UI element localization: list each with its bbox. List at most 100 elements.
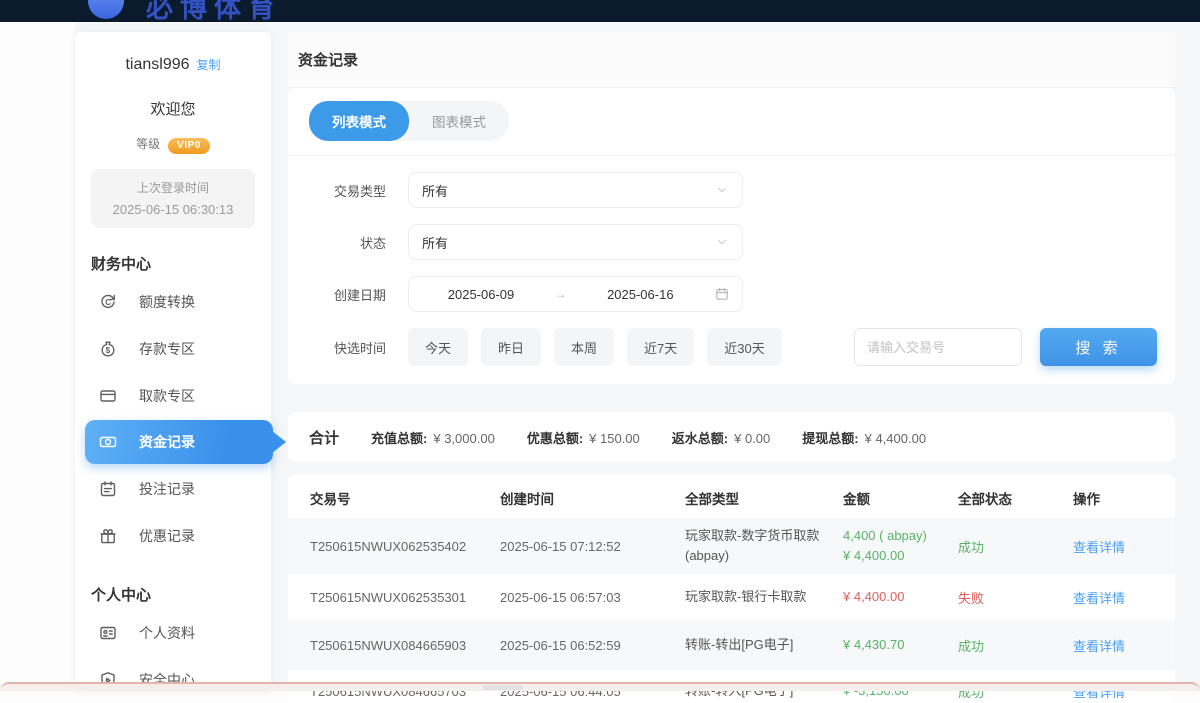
transactions-table: 交易号 创建时间 全部类型 金额 全部状态 操作 T250615NWUX0625… (288, 474, 1175, 703)
top-navbar: 必博体育 (0, 0, 1200, 22)
welcome-text: 欢迎您 (75, 98, 271, 119)
status-select-value: 所有 (422, 233, 715, 252)
level-row: 等级VIP0 (75, 135, 271, 154)
view-details-link[interactable]: 查看详情 (1073, 636, 1175, 655)
funds-banknote-icon (98, 432, 118, 452)
type-line: (abpay) (685, 546, 829, 566)
quick-btn-today[interactable]: 今天 (408, 328, 468, 366)
date-from-value[interactable]: 2025-06-09 (421, 287, 541, 302)
cell-created-time: 2025-06-15 06:52:59 (500, 638, 685, 653)
col-type-filter[interactable]: 全部类型 (685, 488, 843, 508)
sidebar-item-promo-record[interactable]: 优惠记录 (75, 512, 271, 559)
cell-type: 玩家取款-数字货币取款 (abpay) (685, 526, 843, 566)
transaction-search-input[interactable] (854, 328, 1022, 366)
page-header: 资金记录 (288, 32, 1175, 88)
convert-icon: C (98, 292, 118, 312)
quick-btn-last-7-days[interactable]: 近7天 (627, 328, 694, 366)
bottom-overlay-bar (0, 682, 1200, 691)
cell-amount: 4,400 ( abpay) ¥ 4,400.00 (843, 526, 958, 566)
tab-group: 列表模式 图表模式 (309, 101, 509, 141)
summary-deposit-total: 充值总额: ¥ 3,000.00 (371, 428, 495, 447)
copy-username-button[interactable]: 复制 (197, 58, 221, 72)
sidebar-item-bet-record[interactable]: 投注记录 (75, 465, 271, 512)
summary-label: 提现总额: (802, 428, 858, 447)
sidebar-item-label: 个人资料 (139, 623, 195, 643)
cell-status: 成功 (958, 636, 1073, 655)
sidebar: tiansl996复制 欢迎您 等级VIP0 上次登录时间 2025-06-15… (75, 32, 271, 691)
summary-value: ¥ 0.00 (734, 431, 770, 446)
cell-created-time: 2025-06-15 07:12:52 (500, 539, 685, 554)
finance-menu: C 额度转换 $ 存款专区 取款专区 资 (75, 278, 271, 559)
user-row: tiansl996复制 (75, 56, 271, 74)
type-select[interactable]: 所有 (408, 172, 743, 208)
sidebar-item-label: 资金记录 (139, 432, 195, 452)
svg-text:$: $ (106, 346, 111, 355)
vip-badge: VIP0 (168, 138, 210, 154)
quick-btn-last-30-days[interactable]: 近30天 (707, 328, 781, 366)
date-to-value[interactable]: 2025-06-16 (580, 287, 700, 302)
tab-list-mode[interactable]: 列表模式 (309, 101, 409, 141)
search-button[interactable]: 搜 索 (1040, 328, 1157, 366)
left-margin (0, 22, 75, 691)
quick-time-label: 快选时间 (288, 338, 386, 357)
summary-label: 优惠总额: (527, 428, 583, 447)
sidebar-item-label: 存款专区 (139, 339, 195, 359)
sidebar-item-deposit[interactable]: $ 存款专区 (75, 325, 271, 372)
view-mode-tabs: 列表模式 图表模式 (288, 88, 1175, 141)
filter-card: 列表模式 图表模式 交易类型 所有 状态 所有 (288, 88, 1175, 384)
date-range-picker[interactable]: 2025-06-09 → 2025-06-16 (408, 276, 743, 312)
amount-line: ¥ 4,400.00 (843, 546, 958, 566)
cell-status: 失败 (958, 588, 1073, 607)
summary-value: ¥ 150.00 (589, 431, 640, 446)
main-content: 资金记录 列表模式 图表模式 交易类型 所有 (288, 32, 1175, 691)
summary-card: 合计 充值总额: ¥ 3,000.00 优惠总额: ¥ 150.00 返水总额:… (288, 412, 1175, 462)
amount-line: ¥ 4,400.00 (843, 587, 958, 607)
page-title: 资金记录 (298, 49, 358, 70)
summary-withdraw-total: 提现总额: ¥ 4,400.00 (802, 428, 926, 447)
bottom-bar-handle[interactable] (483, 685, 523, 690)
brand-name: 必博体育 (146, 0, 282, 22)
cell-type: 转账-转出[PG电子] (685, 635, 843, 655)
col-transaction-id: 交易号 (310, 488, 500, 508)
cell-transaction-id: T250615NWUX084665903 (310, 638, 500, 653)
cell-transaction-id: T250615NWUX062535402 (310, 539, 500, 554)
tab-chart-mode[interactable]: 图表模式 (409, 101, 509, 141)
summary-label: 返水总额: (672, 428, 728, 447)
sidebar-item-withdraw[interactable]: 取款专区 (75, 372, 271, 419)
sidebar-item-security[interactable]: 安全中心 (75, 656, 271, 703)
profile-idcard-icon (98, 623, 118, 643)
status-select[interactable]: 所有 (408, 224, 743, 260)
type-line: 玩家取款-数字货币取款 (685, 526, 829, 546)
filter-row-date: 创建日期 2025-06-09 → 2025-06-16 (288, 276, 1175, 312)
table-header-row: 交易号 创建时间 全部类型 金额 全部状态 操作 (288, 478, 1175, 518)
sidebar-item-funds-record[interactable]: 资金记录 (85, 420, 273, 464)
last-login-time: 2025-06-15 06:30:13 (91, 202, 255, 217)
summary-label: 充值总额: (371, 428, 427, 447)
search-group: 搜 索 (854, 328, 1157, 366)
deposit-moneybag-icon: $ (98, 339, 118, 359)
status-filter-label: 状态 (288, 233, 386, 252)
sidebar-item-quota-convert[interactable]: C 额度转换 (75, 278, 271, 325)
type-line: 转账-转出[PG电子] (685, 635, 829, 655)
filter-row-type: 交易类型 所有 (288, 172, 1175, 208)
cell-amount: ¥ 4,430.70 (843, 635, 958, 655)
sidebar-item-profile[interactable]: 个人资料 (75, 609, 271, 656)
type-filter-label: 交易类型 (288, 181, 386, 200)
sidebar-item-label: 优惠记录 (139, 526, 195, 546)
page-canvas: tiansl996复制 欢迎您 等级VIP0 上次登录时间 2025-06-15… (0, 22, 1200, 691)
summary-value: ¥ 4,400.00 (865, 431, 926, 446)
bets-calendar-icon (98, 479, 118, 499)
view-details-link[interactable]: 查看详情 (1073, 588, 1175, 607)
col-status-filter[interactable]: 全部状态 (958, 488, 1073, 508)
quick-btn-this-week[interactable]: 本周 (554, 328, 614, 366)
quick-btn-yesterday[interactable]: 昨日 (481, 328, 541, 366)
brand-logo-icon (88, 0, 124, 19)
view-details-link[interactable]: 查看详情 (1073, 537, 1175, 556)
type-select-value: 所有 (422, 181, 715, 200)
table-row: T250615NWUX084665903 2025-06-15 06:52:59… (288, 620, 1175, 670)
cell-created-time: 2025-06-15 06:57:03 (500, 590, 685, 605)
calendar-icon (714, 286, 730, 302)
col-action: 操作 (1073, 488, 1175, 508)
summary-bonus-total: 优惠总额: ¥ 150.00 (527, 428, 640, 447)
chevron-down-icon (715, 235, 729, 249)
